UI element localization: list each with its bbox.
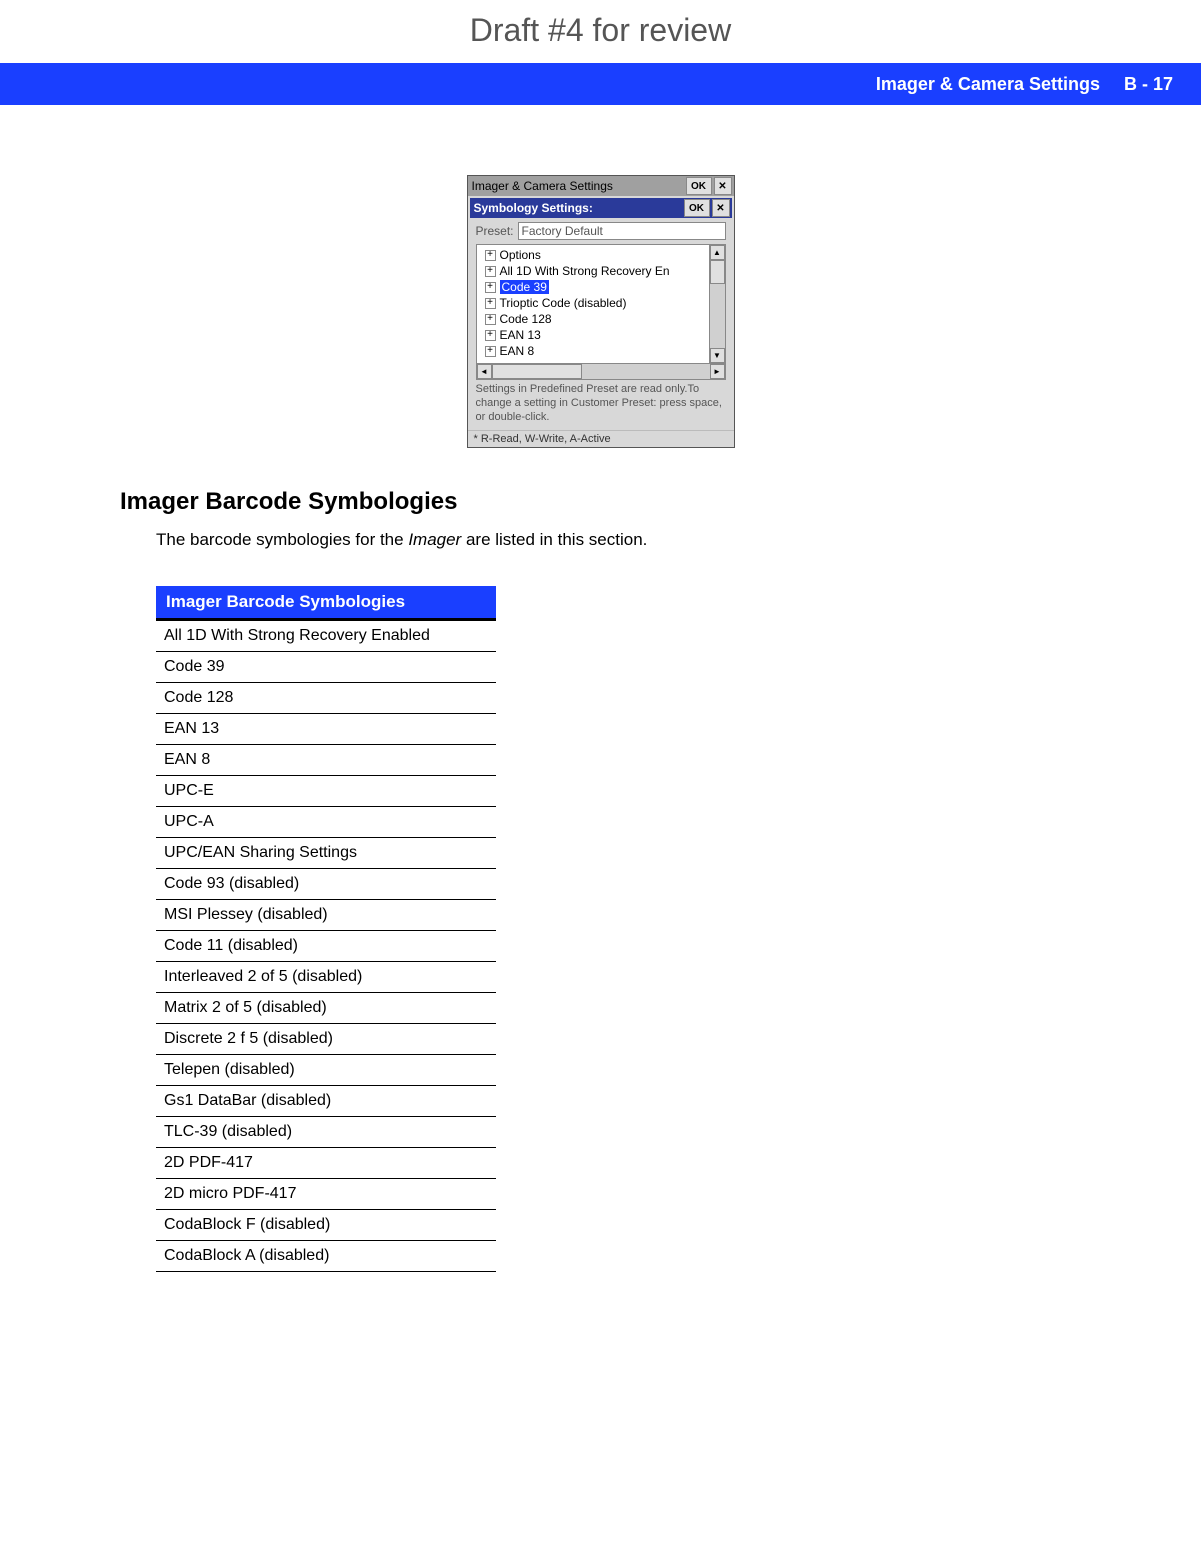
tree-item-label: Code 128 [500,312,552,326]
expander-icon[interactable]: + [485,314,496,325]
body-text: The barcode symbologies for the Imager a… [156,530,1081,550]
table-row: UPC-A [156,807,496,838]
outer-title: Imager & Camera Settings [472,179,686,193]
expander-icon[interactable]: + [485,250,496,261]
table-row: 2D PDF-417 [156,1148,496,1179]
table-row: Telepen (disabled) [156,1055,496,1086]
expander-icon[interactable]: + [485,266,496,277]
body-prefix: The barcode symbologies for the [156,530,408,549]
hscroll-track[interactable] [582,364,710,379]
symbology-table: Imager Barcode Symbologies All 1D With S… [156,586,496,1272]
tree-item-label: EAN 13 [500,328,541,342]
scroll-down-icon[interactable]: ▼ [710,348,725,363]
outer-ok-button[interactable]: OK [686,177,712,195]
horizontal-scrollbar[interactable]: ◄ ► [476,364,726,380]
tree-item-label: All 1D With Strong Recovery En [500,264,670,278]
outer-titlebar: Imager & Camera Settings OK ✕ [468,176,734,196]
header-page-num: B - 17 [1124,74,1173,95]
table-row: EAN 8 [156,745,496,776]
table-row: UPC/EAN Sharing Settings [156,838,496,869]
table-row: Code 128 [156,683,496,714]
table-row: Discrete 2 f 5 (disabled) [156,1024,496,1055]
tree-item[interactable]: + Code 39 [479,279,707,295]
tree-item[interactable]: + Options [479,247,707,263]
tree-item-label: Trioptic Code (disabled) [500,296,627,310]
table-row: TLC-39 (disabled) [156,1117,496,1148]
outer-window: Imager & Camera Settings OK ✕ Symbology … [467,175,735,448]
hscroll-thumb[interactable] [492,364,582,379]
tree-item[interactable]: + Code 128 [479,311,707,327]
tree-item[interactable]: + EAN 13 [479,327,707,343]
preset-value: Factory Default [522,224,603,238]
preset-row: Preset: Factory Default [476,222,726,240]
table-row: Code 93 (disabled) [156,869,496,900]
header-section-label: Imager & Camera Settings [876,74,1100,95]
scroll-left-icon[interactable]: ◄ [477,364,492,379]
outer-close-button[interactable]: ✕ [714,177,732,195]
table-row: All 1D With Strong Recovery Enabled [156,621,496,652]
tree-item-label: Code 39 [500,280,549,294]
preset-label: Preset: [476,224,514,238]
table-row: MSI Plessey (disabled) [156,900,496,931]
draft-title: Draft #4 for review [0,0,1201,63]
dialog-body: Preset: Factory Default + Options + All 1D … [470,218,732,428]
inner-title: Symbology Settings: [474,201,684,215]
expander-icon[interactable]: + [485,282,496,293]
tree-item[interactable]: + Trioptic Code (disabled) [479,295,707,311]
tree-item-label: EAN 8 [500,344,535,358]
scroll-up-icon[interactable]: ▲ [710,245,725,260]
page-header-bar: Imager & Camera Settings B - 17 [0,63,1201,105]
table-row: Code 11 (disabled) [156,931,496,962]
tree-view[interactable]: +Options+All 1D With Strong Recovery En+… [476,244,726,364]
body-em: Imager [408,530,461,549]
table-row: EAN 13 [156,714,496,745]
tree-item-label: Options [500,248,541,262]
inner-titlebar: Symbology Settings: OK ✕ [470,198,732,218]
scroll-track[interactable] [710,284,725,348]
dialog-screenshot: Imager & Camera Settings OK ✕ Symbology … [0,175,1201,448]
expander-icon[interactable]: + [485,346,496,357]
tree-item[interactable]: + EAN 8 [479,343,707,359]
dialog-footer-label: * R-Read, W-Write, A-Active [468,430,734,447]
table-row: 2D micro PDF-417 [156,1179,496,1210]
table-row: Code 39 [156,652,496,683]
expander-icon[interactable]: + [485,330,496,341]
scroll-right-icon[interactable]: ► [710,364,725,379]
table-row: CodaBlock F (disabled) [156,1210,496,1241]
vertical-scrollbar[interactable]: ▲ ▼ [709,245,725,363]
tree-item[interactable]: + All 1D With Strong Recovery En [479,263,707,279]
section-heading: Imager Barcode Symbologies [120,488,1081,516]
expander-icon[interactable]: + [485,298,496,309]
table-row: Gs1 DataBar (disabled) [156,1086,496,1117]
preset-dropdown[interactable]: Factory Default [518,222,726,240]
body-suffix: are listed in this section. [461,530,647,549]
scroll-thumb[interactable] [710,260,725,284]
table-row: UPC-E [156,776,496,807]
dialog-hint-text: Settings in Predefined Preset are read o… [476,383,726,424]
inner-ok-button[interactable]: OK [684,199,710,217]
table-row: Interleaved 2 of 5 (disabled) [156,962,496,993]
table-row: CodaBlock A (disabled) [156,1241,496,1272]
table-row: Matrix 2 of 5 (disabled) [156,993,496,1024]
table-header: Imager Barcode Symbologies [156,586,496,621]
inner-close-button[interactable]: ✕ [712,199,730,217]
